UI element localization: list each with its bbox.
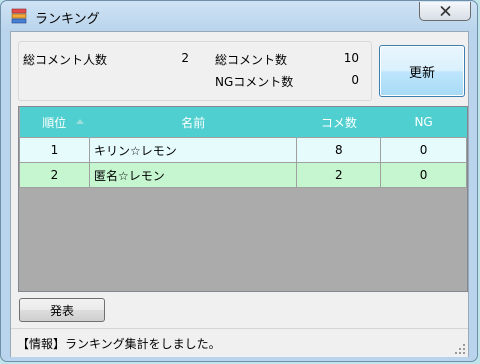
total-comments-value: 10 <box>343 51 359 65</box>
column-header-ng[interactable]: NG <box>380 107 467 138</box>
ranking-window: ランキング 総コメント人数 2 総コメント数 10 NGコメント数 0 更新 順… <box>0 0 478 362</box>
summary-panel: 総コメント人数 2 総コメント数 10 NGコメント数 0 <box>18 41 372 101</box>
resize-grip-icon[interactable] <box>454 343 466 355</box>
cell-name: キリン☆レモン <box>88 137 298 163</box>
total-users-label: 総コメント人数 <box>23 53 108 67</box>
update-button[interactable]: 更新 <box>379 45 465 97</box>
ranking-table[interactable]: 順位 名前 コメ数 NG 1 キリン☆レモン 8 0 2 匿名☆レモン 2 0 <box>18 106 468 292</box>
close-button[interactable] <box>419 2 471 21</box>
total-comments-label: 総コメント数 <box>215 53 288 67</box>
client-area: 総コメント人数 2 総コメント数 10 NGコメント数 0 更新 順位 名前 コ… <box>10 31 469 357</box>
status-bar: 【情報】ランキング集計をしました。 <box>11 328 468 357</box>
window-title: ランキング <box>35 12 100 27</box>
ng-comments-label: NGコメント数 <box>215 75 294 89</box>
column-header-rank[interactable]: 順位 <box>19 107 90 138</box>
cell-rank: 2 <box>19 162 90 188</box>
present-button[interactable]: 発表 <box>19 298 105 322</box>
cell-count: 2 <box>296 162 382 188</box>
table-row[interactable]: 1 キリン☆レモン 8 0 <box>19 137 467 163</box>
cell-ng: 0 <box>380 137 467 163</box>
table-row[interactable]: 2 匿名☆レモン 2 0 <box>19 162 467 188</box>
cell-ng: 0 <box>380 162 467 188</box>
close-icon <box>440 6 450 16</box>
cell-count: 8 <box>296 137 382 163</box>
title-bar[interactable]: ランキング <box>1 1 477 31</box>
column-header-name[interactable]: 名前 <box>89 107 298 138</box>
sort-ascending-icon <box>75 119 84 124</box>
cell-rank: 1 <box>19 137 90 163</box>
cell-name: 匿名☆レモン <box>88 162 298 188</box>
ng-comments-value: 0 <box>351 73 359 87</box>
table-header-row: 順位 名前 コメ数 NG <box>19 107 467 138</box>
app-books-icon <box>11 8 27 24</box>
status-message: 【情報】ランキング集計をしました。 <box>17 337 221 351</box>
total-users-value: 2 <box>181 51 189 65</box>
column-header-count[interactable]: コメ数 <box>296 107 382 138</box>
column-header-rank-label: 順位 <box>42 115 67 130</box>
